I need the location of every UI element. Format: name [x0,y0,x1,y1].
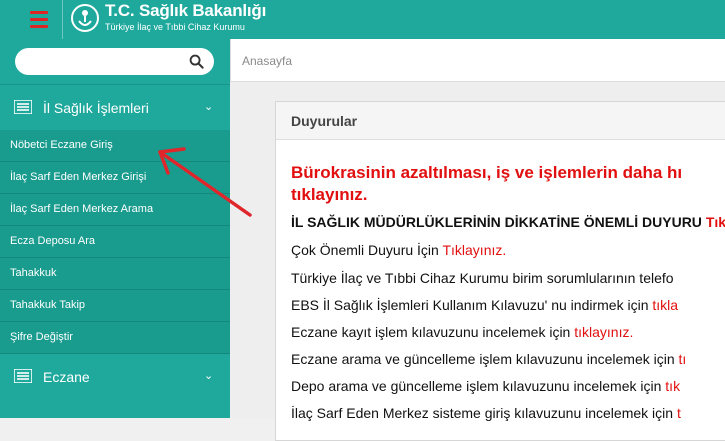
announcement-line: Çok Önemli Duyuru İçin Tıklayınız. [291,242,506,258]
hamburger-menu-icon[interactable] [26,8,52,30]
breadcrumb-bar: Anasayfa [230,39,725,82]
announcement-link[interactable]: Tık [706,214,725,230]
chevron-down-icon: ⌄ [204,101,214,113]
announcement-link[interactable]: tıkla [652,297,678,313]
announcement-text: Eczane kayıt işlem kılavuzunu incelemek … [291,324,575,340]
announcement-text: EBS İl Sağlık İşlemleri Kullanım Kılavuz… [291,297,653,313]
announcement-text: Çok Önemli Duyuru İçin [291,242,443,258]
list-icon [14,369,32,383]
headline-line-1: Bürokrasinin azaltılması, iş ve işlemler… [291,163,683,182]
search-input[interactable] [25,52,185,71]
sidebar-item-ilac-sarf-arama[interactable]: İlaç Sarf Eden Merkez Arama [0,194,230,226]
announcement-text: İlaç Sarf Eden Merkez sisteme giriş kıla… [291,405,677,421]
top-bar: T.C. Sağlık Bakanlığı Türkiye İlaç ve Tı… [0,0,725,39]
announcement-line: Depo arama ve güncelleme işlem kılavuzun… [291,378,680,394]
announcement-line: Eczane kayıt işlem kılavuzunu incelemek … [291,324,633,340]
sidebar-item-tahakkuk-takip[interactable]: Tahakkuk Takip [0,290,230,322]
list-icon [14,100,32,114]
brand-subtitle: Türkiye İlaç ve Tıbbi Cihaz Kurumu [105,22,245,32]
announcement-text: Türkiye İlaç ve Tıbbi Cihaz Kurumu birim… [291,270,674,286]
sidebar-item-ilac-sarf-girisi[interactable]: İlaç Sarf Eden Merkez Girişi [0,162,230,194]
headline-line-2: tıklayınız. [291,185,368,204]
sidebar-item-tahakkuk[interactable]: Tahakkuk [0,258,230,290]
announcement-link[interactable]: Tıklayınız. [442,242,506,258]
sidebar: İl Sağlık İşlemleri ⌄ Nöbetci Eczane Gir… [0,39,230,418]
brand-title: T.C. Sağlık Bakanlığı [105,1,267,20]
breadcrumb-divider [230,39,231,82]
header-divider [62,0,63,39]
announcement-text: Eczane arama ve güncelleme işlem kılavuz… [291,351,679,367]
sidebar-section-label: İl Sağlık İşlemleri [43,100,149,116]
announcement-link[interactable]: t [677,405,681,421]
announcement-line: İL SAĞLIK MÜDÜRLÜKLERİNİN DİKKATİNE ÖNEM… [291,214,725,230]
announcement-line: Eczane arama ve güncelleme işlem kılavuz… [291,351,686,367]
announcements-panel: Duyurular Bürokrasinin azaltılması, iş v… [275,101,725,441]
search-icon[interactable] [189,54,204,69]
announcement-line: İlaç Sarf Eden Merkez sisteme giriş kıla… [291,405,681,421]
announcement-line: EBS İl Sağlık İşlemleri Kullanım Kılavuz… [291,297,678,313]
panel-title: Duyurular [276,102,725,140]
announcement-text: Depo arama ve güncelleme işlem kılavuzun… [291,378,666,394]
announcement-link[interactable]: tı [679,351,687,367]
ministry-logo-icon [71,4,99,32]
sidebar-submenu: Nöbetci Eczane Giriş İlaç Sarf Eden Merk… [0,130,230,354]
announcement-link[interactable]: tık [665,378,680,394]
sidebar-divider [0,84,230,85]
sidebar-section-il-saglik[interactable]: İl Sağlık İşlemleri ⌄ [0,86,230,130]
announcement-text: İL SAĞLIK MÜDÜRLÜKLERİNİN DİKKATİNE ÖNEM… [291,214,706,230]
announcement-link[interactable]: tıklayınız. [574,324,633,340]
announcement-line: Türkiye İlaç ve Tıbbi Cihaz Kurumu birim… [291,270,674,286]
headline[interactable]: Bürokrasinin azaltılması, iş ve işlemler… [291,162,682,206]
sidebar-item-nobetci-eczane[interactable]: Nöbetci Eczane Giriş [0,130,230,162]
sidebar-item-sifre-degistir[interactable]: Şifre Değiştir [0,322,230,354]
sidebar-item-ecza-deposu[interactable]: Ecza Deposu Ara [0,226,230,258]
breadcrumb-home[interactable]: Anasayfa [242,54,292,68]
chevron-down-icon: ⌄ [204,370,214,382]
sidebar-search [15,48,214,75]
sidebar-section-eczane[interactable]: Eczane ⌄ [0,355,230,399]
sidebar-section-label: Eczane [43,369,90,385]
main-content: Anasayfa Duyurular Bürokrasinin azaltılm… [230,39,725,441]
